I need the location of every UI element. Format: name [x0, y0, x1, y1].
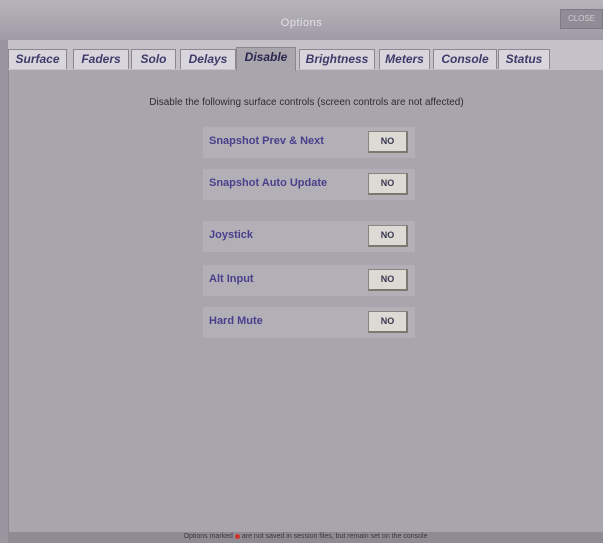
close-button[interactable]: CLOSE [560, 9, 603, 29]
tab-delays[interactable]: Delays [180, 49, 236, 69]
footer-bar: Options marked are not saved in session … [8, 532, 603, 543]
tab-disable[interactable]: Disable [236, 47, 296, 71]
footer-note: Options marked are not saved in session … [8, 533, 603, 540]
tab-bar: Surface Faders Solo Delays Disable Brigh… [8, 40, 603, 71]
joystick-toggle[interactable]: NO [368, 225, 408, 247]
option-label: Snapshot Auto Update [209, 177, 328, 189]
option-row-joystick: Joystick NO [203, 221, 415, 252]
option-label: Joystick [209, 229, 254, 241]
footer-note-start: Options marked [183, 533, 233, 540]
snapshot-auto-update-toggle[interactable]: NO [368, 173, 408, 195]
disable-panel: Disable the following surface controls (… [8, 70, 603, 535]
tab-solo[interactable]: Solo [131, 49, 176, 69]
footer-note-end: are not saved in session files, but rema… [241, 533, 428, 540]
option-row-snapshot-prev-next: Snapshot Prev & Next NO [203, 127, 415, 158]
tab-brightness[interactable]: Brightness [299, 49, 375, 69]
option-label: Alt Input [209, 273, 254, 285]
tab-console[interactable]: Console [433, 49, 497, 69]
option-label: Hard Mute [209, 315, 263, 327]
tab-meters[interactable]: Meters [379, 49, 430, 69]
window-title: Options [280, 17, 323, 29]
option-row-alt-input: Alt Input NO [203, 265, 415, 296]
option-row-hard-mute: Hard Mute NO [203, 307, 415, 338]
unsaved-marker-icon [234, 533, 240, 539]
tab-surface[interactable]: Surface [8, 49, 67, 69]
alt-input-toggle[interactable]: NO [368, 269, 408, 291]
title-bar: Options CLOSE [0, 0, 603, 40]
tab-status[interactable]: Status [498, 49, 550, 69]
option-label: Snapshot Prev & Next [209, 135, 324, 147]
tab-faders[interactable]: Faders [73, 49, 129, 69]
instruction-text: Disable the following surface controls (… [149, 97, 464, 108]
option-row-snapshot-auto-update: Snapshot Auto Update NO [203, 169, 415, 200]
hard-mute-toggle[interactable]: NO [368, 311, 408, 333]
snapshot-prev-next-toggle[interactable]: NO [368, 131, 408, 153]
